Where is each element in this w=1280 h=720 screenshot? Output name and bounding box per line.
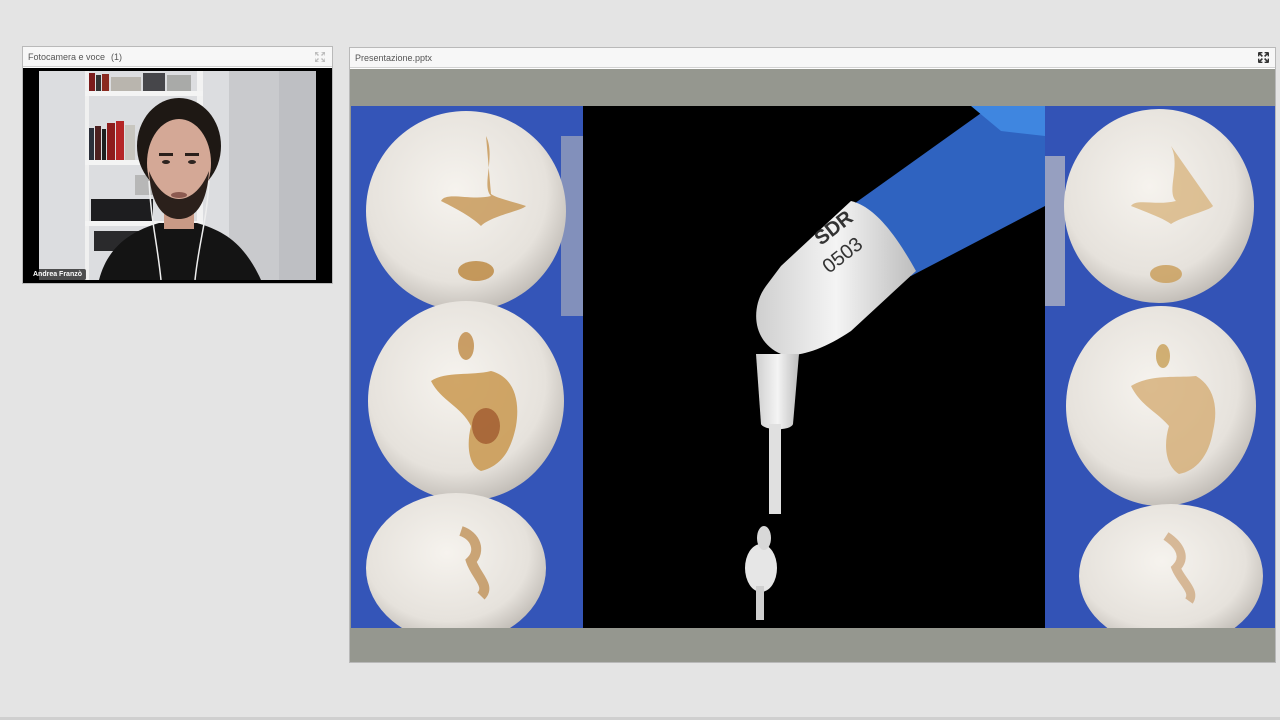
presentation-pod-header[interactable]: Presentazione.pptx bbox=[350, 48, 1275, 68]
camera-pod-count: (1) bbox=[111, 51, 123, 62]
middle-applicator-photo: SDR 0503 bbox=[583, 106, 1045, 628]
presenter-name-tag: Andrea Franzò bbox=[29, 269, 87, 280]
camera-pod-title: Fotocamera e voce bbox=[28, 51, 106, 62]
fullscreen-icon[interactable] bbox=[1257, 52, 1269, 64]
right-tooth-photo bbox=[1045, 106, 1275, 628]
expand-icon[interactable] bbox=[314, 51, 326, 63]
left-tooth-photo bbox=[351, 106, 583, 628]
webcam-video bbox=[39, 71, 316, 280]
camera-feed-area: Andrea Franzò bbox=[23, 68, 332, 283]
presentation-pod: Presentazione.pptx SDR 0503 bbox=[349, 47, 1276, 663]
camera-voice-pod: Fotocamera e voce (1) Andrea Franzò bbox=[22, 46, 333, 284]
slide-stage: SDR 0503 bbox=[350, 69, 1275, 662]
camera-pod-title-group: Fotocamera e voce (1) bbox=[28, 52, 122, 62]
camera-pod-header[interactable]: Fotocamera e voce (1) bbox=[23, 47, 332, 67]
presentation-pod-title-group: Presentazione.pptx bbox=[355, 53, 432, 63]
slide-image: SDR 0503 bbox=[351, 106, 1275, 628]
presentation-pod-title: Presentazione.pptx bbox=[355, 52, 433, 63]
